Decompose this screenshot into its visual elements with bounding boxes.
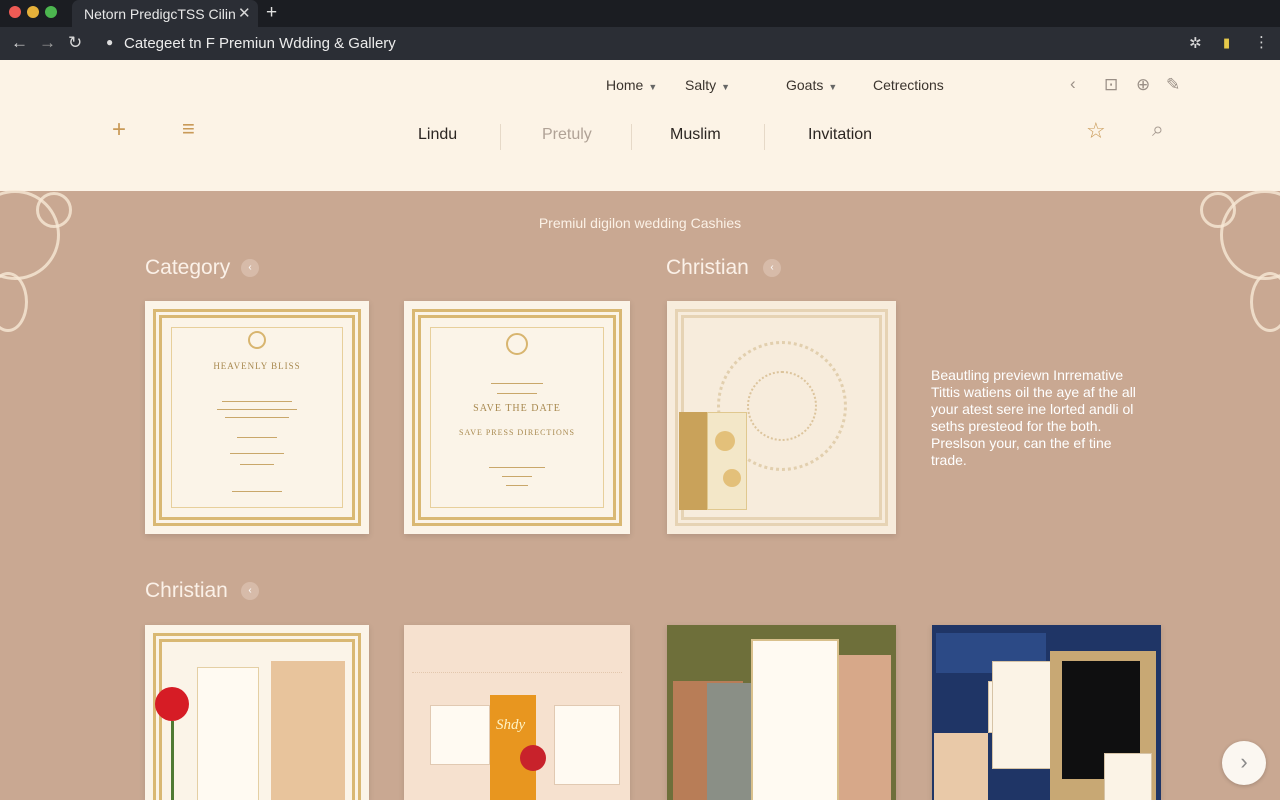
chevron-down-icon: ▼ [648, 82, 658, 92]
tab-divider [500, 124, 501, 150]
section-title-christian-2: Christian [145, 579, 228, 602]
script-text: Shdy [496, 717, 526, 733]
nav-goats[interactable]: Goats ▼ [786, 77, 837, 93]
tab-invitation[interactable]: Invitation [808, 126, 872, 144]
flower-stem [171, 721, 174, 800]
tab-close-icon[interactable]: ✕ [238, 4, 251, 22]
orange-card[interactable]: Shdy [404, 625, 630, 800]
tagline: Premiul digilon wedding Cashies [538, 215, 742, 231]
text-line [230, 453, 284, 454]
flower-print [934, 733, 988, 800]
flower-motif [723, 469, 741, 487]
red-flower-image [520, 745, 546, 771]
tab-lindu[interactable]: Lindu [418, 126, 457, 144]
browser-menu-icon[interactable]: ⋮ [1254, 33, 1269, 51]
tab-pretuly[interactable]: Pretuly [542, 126, 592, 144]
patterned-envelope [271, 661, 345, 800]
edit-icon[interactable]: ✎ [1166, 75, 1180, 95]
card-title: HEAVENLY BLISS [213, 361, 301, 371]
red-flower-card[interactable] [145, 625, 369, 800]
navy-collage-card[interactable] [932, 625, 1161, 800]
flower-motif [715, 431, 735, 451]
nav-cetrections[interactable]: Cetrections [873, 77, 944, 93]
mandala-pattern [747, 371, 817, 441]
invitation-insert [197, 667, 259, 800]
globe-icon[interactable]: ⊕ [1136, 75, 1150, 95]
text-line [502, 476, 532, 477]
nav-salty[interactable]: Salty ▼ [685, 77, 730, 93]
plus-icon[interactable]: + [112, 116, 126, 144]
emblem-icon [248, 331, 266, 349]
floral-insert [707, 412, 747, 510]
invitation-insert [1104, 753, 1152, 800]
invitation-card[interactable]: HEAVENLY BLISS [145, 301, 369, 534]
browser-tab-bar: Netorn PredigcTSS Cilin ✕ + [0, 0, 1280, 27]
text-line [491, 383, 543, 384]
lock-icon: ● [106, 35, 114, 49]
window-minimize-button[interactable] [27, 6, 39, 18]
text-line [225, 417, 289, 418]
card-title: SAVE THE DATE [473, 403, 561, 414]
forward-arrow-icon[interactable]: → [39, 33, 56, 53]
pattern-card[interactable] [667, 301, 896, 534]
photo-collage-card[interactable] [667, 625, 896, 800]
browser-tab[interactable]: Netorn PredigcTSS Cilin ✕ [72, 0, 258, 27]
star-icon[interactable]: ☆ [1086, 118, 1106, 144]
new-tab-button[interactable]: + [266, 2, 277, 24]
chevron-left-icon[interactable]: ‹ [241, 582, 259, 600]
landscape-photo [707, 683, 751, 800]
red-flower-image [155, 687, 189, 721]
reload-icon[interactable]: ↻ [68, 33, 82, 53]
extension-puzzle-icon[interactable]: ✲ [1189, 34, 1202, 52]
invitation-insert [751, 639, 839, 800]
text-line [489, 467, 545, 468]
save-the-date-card[interactable]: SAVE THE DATE SAVE PRESS DIRECTIONS [404, 301, 630, 534]
url-field[interactable]: Categeet tn F Premiun Wdding & Gallery [124, 35, 396, 52]
chevron-left-icon[interactable]: ‹ [763, 259, 781, 277]
bag-icon[interactable]: ⊡ [1104, 75, 1118, 95]
nav-home[interactable]: Home ▼ [606, 77, 657, 93]
tab-title: Netorn PredigcTSS Cilin [84, 6, 236, 22]
address-bar-row: ← → ↻ ● Categeet tn F Premiun Wdding & G… [0, 27, 1280, 60]
text-line [497, 393, 537, 394]
site-header: Home ▼ Salty ▼ Goats ▼ Cetrections ‹ ⊡ ⊕ ✎ … [0, 60, 1280, 191]
tab-muslim[interactable]: Muslim [670, 126, 721, 144]
next-arrow-button[interactable]: › [1222, 741, 1266, 785]
extension-badge-icon[interactable]: ▮ [1223, 35, 1230, 51]
text-line [506, 485, 528, 486]
text-line [217, 409, 297, 410]
tab-divider [631, 124, 632, 150]
text-line [222, 401, 292, 402]
side-description: Beautling previewn Inrremative Tittis wa… [931, 367, 1136, 468]
chevron-down-icon: ▼ [828, 82, 838, 92]
section-title-christian: Christian [666, 256, 749, 279]
text-line [232, 491, 282, 492]
invitation-insert [554, 705, 620, 785]
corner-ornament [1250, 272, 1280, 332]
lace-border [412, 633, 622, 673]
window-maximize-button[interactable] [45, 6, 57, 18]
window-close-button[interactable] [9, 6, 21, 18]
text-line [237, 437, 277, 438]
tab-divider [764, 124, 765, 150]
share-icon[interactable]: ‹ [1070, 74, 1076, 94]
back-arrow-icon[interactable]: ← [11, 33, 28, 53]
invitation-insert [430, 705, 490, 765]
bride-photo [839, 655, 891, 800]
chevron-down-icon: ▼ [721, 82, 731, 92]
text-line [240, 464, 274, 465]
search-icon[interactable]: ⌕ [1152, 118, 1164, 142]
section-title-category: Category [145, 256, 231, 279]
hamburger-menu-icon[interactable]: ≡ [182, 116, 195, 142]
chevron-left-icon[interactable]: ‹ [241, 259, 259, 277]
card-subtitle: SAVE PRESS DIRECTIONS [459, 428, 575, 437]
emblem-icon [506, 333, 528, 355]
corner-ornament [0, 272, 28, 332]
